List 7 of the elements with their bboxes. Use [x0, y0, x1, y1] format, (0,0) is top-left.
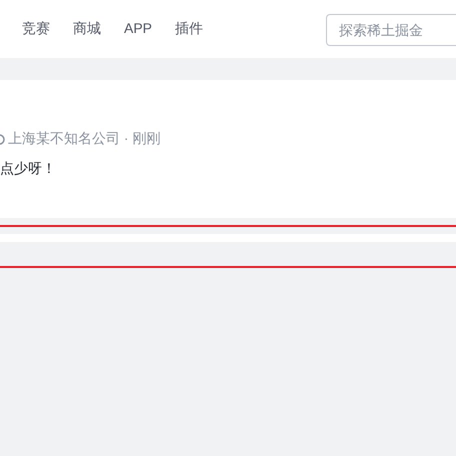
- comment-meta: 上海某不知名公司 · 刚刚: [8, 130, 160, 148]
- nav-link[interactable]: 商城: [73, 20, 101, 38]
- nav-link[interactable]: 竞赛: [22, 20, 50, 38]
- nav-link[interactable]: 插件: [175, 20, 204, 38]
- nav-link[interactable]: APP: [124, 20, 152, 38]
- comment-text: 点少呀！: [0, 160, 57, 178]
- search-field[interactable]: 探索稀土掘金: [326, 14, 456, 46]
